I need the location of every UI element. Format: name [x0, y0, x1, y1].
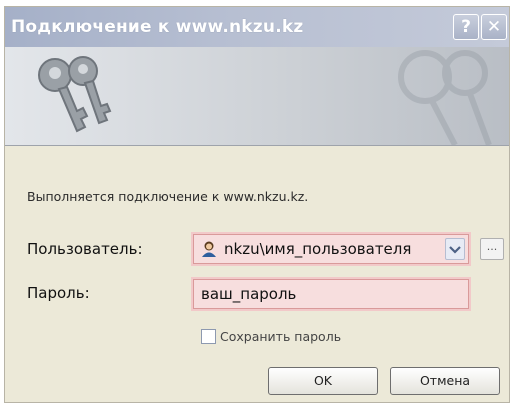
header-banner [5, 47, 509, 146]
user-icon [202, 241, 216, 257]
password-field[interactable]: ваш_пароль [193, 279, 469, 309]
chevron-down-icon [449, 246, 461, 254]
title-bar[interactable]: Подключение к www.nkzu.kz ? ✕ [5, 7, 509, 47]
user-label: Пользователь: [27, 240, 143, 258]
browse-users-button[interactable]: ... [480, 238, 504, 260]
keys-watermark-icon [398, 50, 492, 145]
keys-icon [38, 56, 112, 133]
save-password-label[interactable]: Сохранить пароль [220, 329, 341, 344]
password-label: Пароль: [27, 284, 90, 302]
connect-dialog: Подключение к www.nkzu.kz ? ✕ Выполняетс… [4, 6, 510, 403]
help-button[interactable]: ? [453, 14, 479, 40]
user-combobox[interactable]: nkzu\имя_пользователя [193, 234, 469, 264]
close-button[interactable]: ✕ [481, 14, 507, 40]
ok-button[interactable]: OK [268, 367, 378, 395]
password-value[interactable]: ваш_пароль [201, 285, 296, 303]
save-password-checkbox[interactable] [201, 329, 216, 344]
window-title: Подключение к www.nkzu.kz [11, 17, 304, 37]
user-value[interactable]: nkzu\имя_пользователя [224, 240, 411, 258]
connection-message: Выполняется подключение к www.nkzu.kz. [27, 189, 309, 204]
cancel-button[interactable]: Отмена [390, 367, 500, 395]
user-dropdown-button[interactable] [445, 238, 465, 260]
